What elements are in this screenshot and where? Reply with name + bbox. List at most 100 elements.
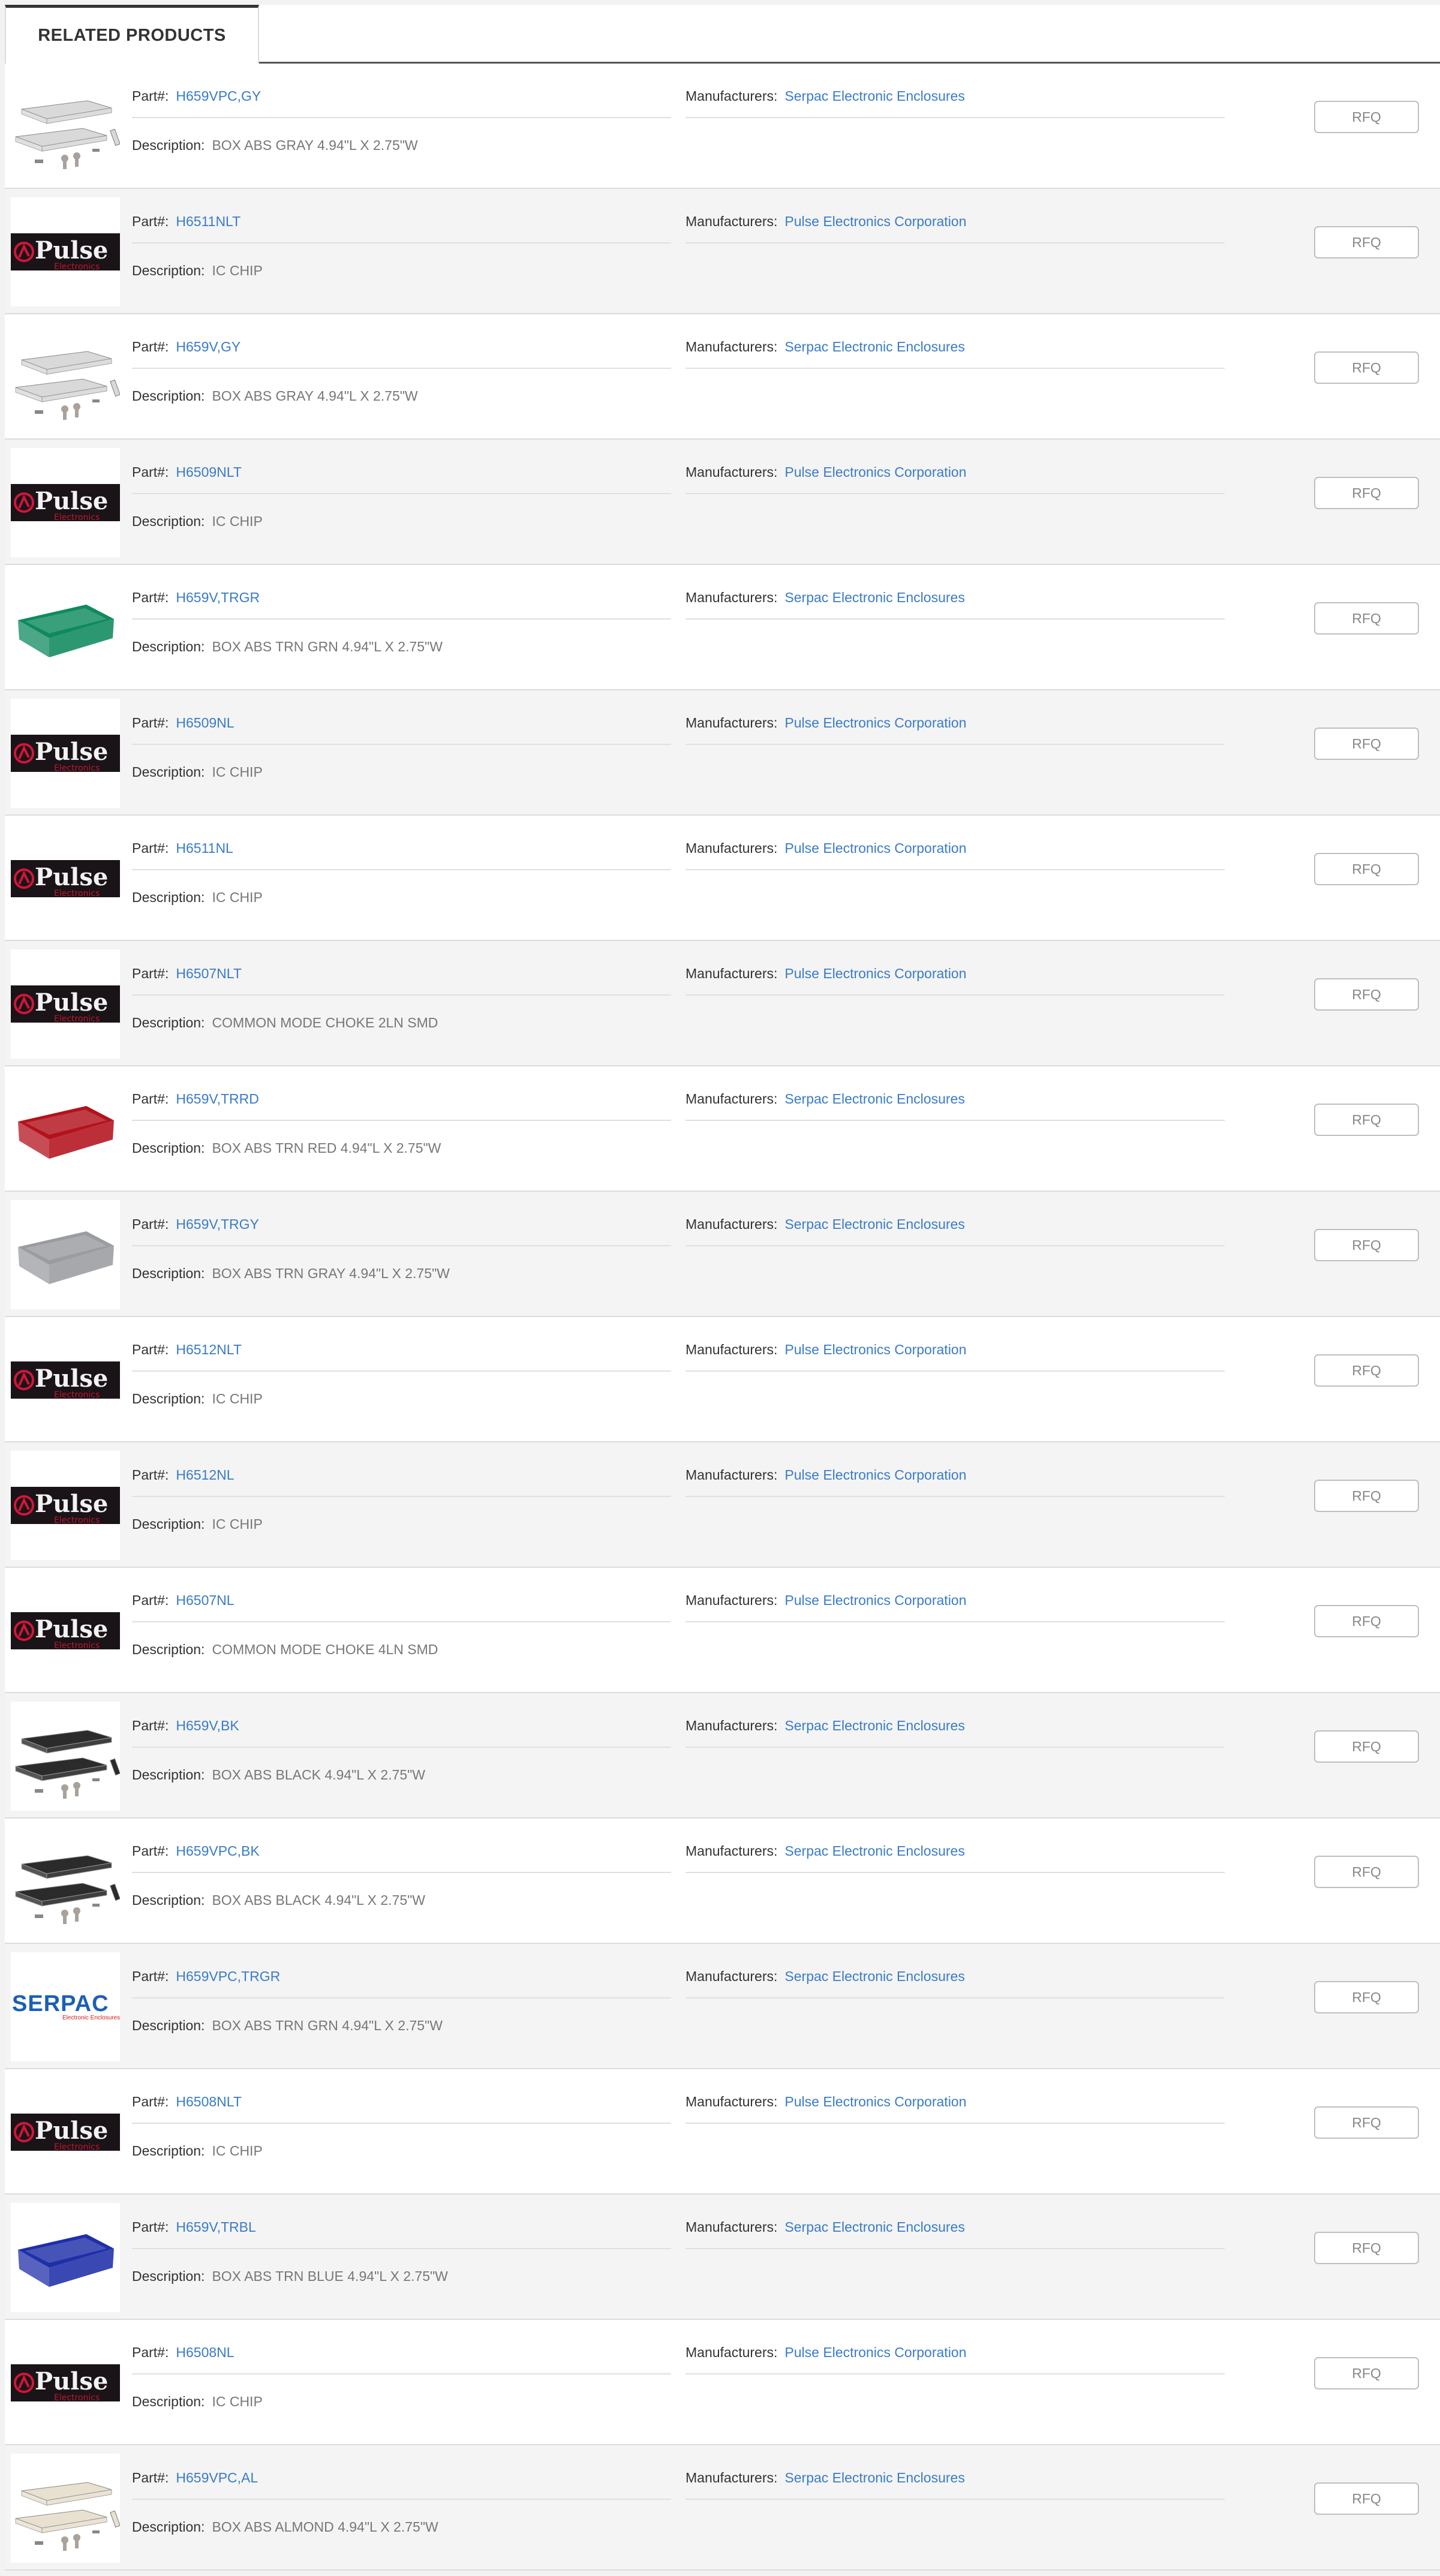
part-number-link[interactable]: H659V,TRGR	[176, 590, 260, 605]
manufacturer-link[interactable]: Pulse Electronics Corporation	[784, 840, 966, 856]
enclosure-kit-gray-icon[interactable]	[11, 323, 120, 432]
manufacturer-link[interactable]: Serpac Electronic Enclosures	[784, 590, 964, 605]
part-number-link[interactable]: H659VPC,BK	[176, 1843, 259, 1859]
manufacturer-link[interactable]: Serpac Electronic Enclosures	[784, 1968, 964, 1984]
part-number-field: Part#: H659VPC,BK	[132, 1843, 260, 1859]
tab-related-products[interactable]: RELATED PRODUCTS	[5, 5, 259, 64]
enclosure-kit-gray-icon[interactable]	[11, 72, 120, 181]
rfq-button[interactable]: RFQ	[1314, 1730, 1419, 1763]
part-number-link[interactable]: H659V,TRGY	[176, 1216, 259, 1232]
rfq-button[interactable]: RFQ	[1314, 2482, 1419, 2515]
part-number-link[interactable]: H659VPC,GY	[176, 88, 261, 104]
manufacturer-link[interactable]: Pulse Electronics Corporation	[784, 1342, 966, 1357]
manufacturer-link[interactable]: Pulse Electronics Corporation	[784, 715, 966, 731]
divider	[686, 1370, 1225, 1372]
serpac-logo-icon[interactable]: SERPAC Electronic Enclosures	[11, 1952, 120, 2061]
manufacturer-link[interactable]: Serpac Electronic Enclosures	[784, 339, 964, 354]
rfq-button[interactable]: RFQ	[1314, 853, 1419, 885]
manufacturer-link[interactable]: Pulse Electronics Corporation	[784, 214, 966, 229]
part-number-link[interactable]: H6507NL	[176, 1592, 234, 1608]
manufacturer-link[interactable]: Serpac Electronic Enclosures	[784, 1718, 964, 1733]
part-number-link[interactable]: H6508NLT	[176, 2094, 242, 2109]
part-number-link[interactable]: H659VPC,TRGR	[176, 1968, 280, 1984]
rfq-button[interactable]: RFQ	[1314, 2357, 1419, 2389]
manufacturer-link[interactable]: Pulse Electronics Corporation	[784, 966, 966, 981]
pulse-logo-icon[interactable]: Pulse Electronics	[11, 949, 120, 1059]
part-number-link[interactable]: H659V,GY	[176, 339, 240, 354]
manufacturer-link[interactable]: Serpac Electronic Enclosures	[784, 1091, 964, 1107]
description-value: BOX ABS TRN GRAY 4.94"L X 2.75"W	[212, 1266, 450, 1281]
rfq-button[interactable]: RFQ	[1314, 1605, 1419, 1637]
rfq-button[interactable]: RFQ	[1314, 1229, 1419, 1261]
rfq-button[interactable]: RFQ	[1314, 728, 1419, 760]
rfq-button[interactable]: RFQ	[1314, 1480, 1419, 1512]
description-field: Description: BOX ABS BLACK 4.94"L X 2.75"…	[132, 1892, 425, 1908]
part-number-link[interactable]: H6511NL	[176, 840, 233, 856]
manufacturer-link[interactable]: Serpac Electronic Enclosures	[784, 88, 964, 104]
pulse-logo-icon[interactable]: Pulse Electronics	[11, 448, 120, 557]
rfq-button[interactable]: RFQ	[1314, 477, 1419, 509]
part-number-link[interactable]: H659V,TRRD	[176, 1091, 258, 1107]
pulse-logo-icon[interactable]: Pulse Electronics	[11, 197, 120, 306]
manufacturer-field: Manufacturers: Serpac Electronic Enclosur…	[686, 2219, 965, 2235]
divider	[132, 1496, 671, 1497]
manufacturer-link[interactable]: Pulse Electronics Corporation	[784, 1467, 966, 1483]
pulse-logo-icon[interactable]: Pulse Electronics	[11, 2078, 120, 2187]
part-number-link[interactable]: H659V,TRBL	[176, 2219, 255, 2235]
manufacturer-link[interactable]: Serpac Electronic Enclosures	[784, 2219, 964, 2235]
part-number-link[interactable]: H659VPC,AL	[176, 2470, 258, 2485]
enclosure-green-icon[interactable]	[11, 573, 120, 683]
svg-text:Pulse: Pulse	[35, 1615, 108, 1643]
part-number-link[interactable]: H6512NLT	[176, 1342, 242, 1357]
enclosure-kit-black-icon[interactable]	[11, 1702, 120, 1811]
divider	[132, 1245, 671, 1246]
rfq-button[interactable]: RFQ	[1314, 226, 1419, 258]
rfq-button[interactable]: RFQ	[1314, 978, 1419, 1011]
pulse-logo-icon[interactable]: Pulse Electronics	[11, 2328, 120, 2437]
manufacturer-field: Manufacturers: Pulse Electronics Corporat…	[686, 214, 966, 230]
manufacturer-link[interactable]: Pulse Electronics Corporation	[784, 464, 966, 480]
part-number-link[interactable]: H6507NLT	[176, 966, 242, 981]
part-number-link[interactable]: H6512NL	[176, 1467, 234, 1483]
rfq-button[interactable]: RFQ	[1314, 1856, 1419, 1888]
rfq-button[interactable]: RFQ	[1314, 2106, 1419, 2139]
manufacturer-link[interactable]: Pulse Electronics Corporation	[784, 2344, 966, 2360]
pulse-logo-icon[interactable]: Pulse Electronics	[11, 824, 120, 933]
manufacturer-link[interactable]: Pulse Electronics Corporation	[784, 2094, 966, 2109]
pulse-logo-icon[interactable]: Pulse Electronics	[11, 1451, 120, 1560]
manufacturers-label: Manufacturers:	[686, 1091, 778, 1107]
divider	[132, 1747, 671, 1748]
enclosure-gray-icon[interactable]	[11, 1200, 120, 1309]
divider	[132, 2248, 671, 2249]
pulse-logo-icon[interactable]: Pulse Electronics	[11, 699, 120, 808]
rfq-button[interactable]: RFQ	[1314, 1354, 1419, 1387]
manufacturer-link[interactable]: Serpac Electronic Enclosures	[784, 1216, 964, 1232]
product-row: Pulse Electronics Part#: H6508NLT Manufac…	[5, 2069, 1440, 2195]
enclosure-kit-almond-icon[interactable]	[11, 2454, 120, 2563]
enclosure-red-icon[interactable]	[11, 1075, 120, 1184]
enclosure-blue-icon[interactable]	[11, 2203, 120, 2312]
rfq-button[interactable]: RFQ	[1314, 2232, 1419, 2264]
divider	[132, 117, 671, 118]
rfq-button[interactable]: RFQ	[1314, 602, 1419, 635]
part-number-link[interactable]: H6509NL	[176, 715, 234, 731]
rfq-button[interactable]: RFQ	[1314, 1981, 1419, 2013]
part-number-link[interactable]: H6509NLT	[176, 464, 242, 480]
description-label: Description:	[132, 1391, 205, 1406]
enclosure-kit-black-icon[interactable]	[11, 1827, 120, 1936]
part-number-link[interactable]: H6508NL	[176, 2344, 234, 2360]
manufacturers-label: Manufacturers:	[686, 966, 778, 981]
manufacturer-link[interactable]: Serpac Electronic Enclosures	[784, 2470, 964, 2485]
description-value: IC CHIP	[212, 2394, 263, 2409]
rfq-button[interactable]: RFQ	[1314, 101, 1419, 133]
divider	[686, 994, 1225, 996]
rfq-button[interactable]: RFQ	[1314, 1104, 1419, 1136]
pulse-logo-icon[interactable]: Pulse Electronics	[11, 1325, 120, 1435]
part-number-link[interactable]: H6511NLT	[176, 214, 240, 229]
rfq-button[interactable]: RFQ	[1314, 351, 1419, 384]
manufacturer-link[interactable]: Pulse Electronics Corporation	[784, 1592, 966, 1608]
part-label: Part#:	[132, 2344, 169, 2360]
manufacturer-link[interactable]: Serpac Electronic Enclosures	[784, 1843, 964, 1859]
part-number-link[interactable]: H659V,BK	[176, 1718, 239, 1733]
pulse-logo-icon[interactable]: Pulse Electronics	[11, 1576, 120, 1685]
